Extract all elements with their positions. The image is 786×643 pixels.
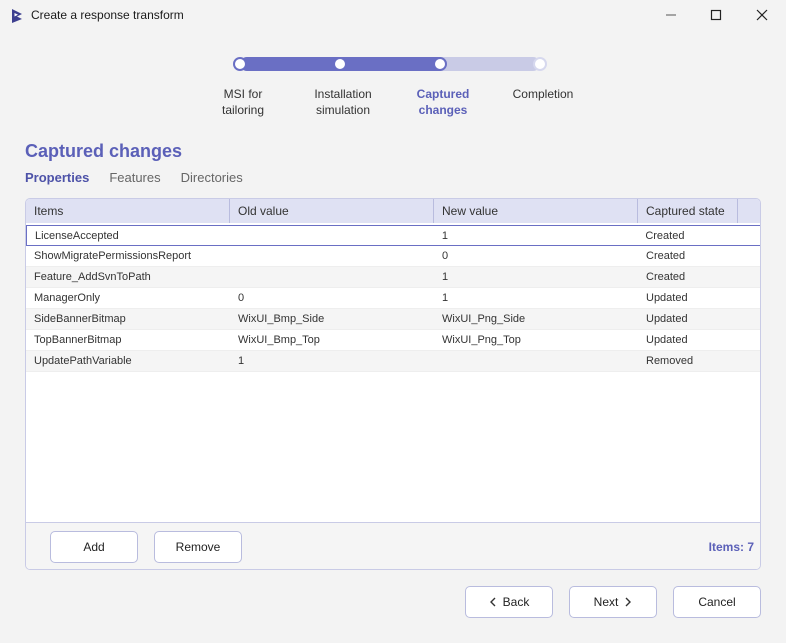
cell-new-value: 1	[442, 292, 449, 304]
step-2-dot	[333, 57, 347, 71]
next-button-label: Next	[593, 595, 619, 609]
step-1-dot	[233, 57, 247, 71]
cell-new-value: WixUI_Png_Side	[442, 313, 526, 325]
cell-old-value: 0	[238, 292, 245, 304]
cell-new-value: 1	[442, 271, 449, 283]
table-actions-bar: Add Remove Items: 7	[26, 522, 760, 569]
step-4-dot	[533, 57, 547, 71]
add-button-label: Add	[83, 540, 105, 554]
remove-button[interactable]: Remove	[154, 531, 242, 563]
cell-new-value: 1	[441, 230, 448, 242]
items-count: Items: 7	[708, 540, 754, 554]
cell-item: SideBannerBitmap	[34, 313, 126, 325]
chevron-left-icon	[489, 597, 496, 607]
add-button[interactable]: Add	[50, 531, 138, 563]
cell-state: Updated	[646, 292, 688, 304]
step-2-label: Installation simulation	[314, 87, 372, 117]
column-header-filler	[738, 199, 760, 223]
remove-button-label: Remove	[175, 540, 221, 554]
cell-old-value: WixUI_Bmp_Side	[238, 313, 325, 325]
table-row[interactable]: TopBannerBitmap WixUI_Bmp_Top WixUI_Png_…	[26, 330, 760, 351]
table-body: LicenseAccepted 1 Created ShowMigratePer…	[26, 225, 760, 372]
cell-state: Removed	[646, 355, 694, 367]
step-3-label: Captured changes	[416, 87, 470, 117]
cell-new-value: WixUI_Png_Top	[442, 334, 521, 346]
column-header-items[interactable]: Items	[26, 199, 230, 223]
cell-item: UpdatePathVariable	[34, 355, 132, 367]
tab-properties[interactable]: Properties	[25, 170, 89, 185]
cell-state: Updated	[646, 334, 688, 346]
cell-old-value	[230, 246, 434, 266]
window-title: Create a response transform	[31, 8, 184, 22]
chevron-right-icon	[625, 597, 632, 607]
tab-features[interactable]: Features	[109, 170, 160, 185]
captured-changes-panel: Items Old value New value Captured state…	[25, 198, 761, 570]
back-button[interactable]: Back	[465, 586, 553, 618]
step-4-label: Completion	[512, 87, 574, 101]
table-header: Items Old value New value Captured state	[26, 199, 760, 223]
table-row[interactable]: UpdatePathVariable 1 Removed	[26, 351, 760, 372]
maximize-button[interactable]	[693, 0, 739, 30]
cell-state: Created	[646, 271, 686, 283]
table-row[interactable]: Feature_AddSvnToPath 1 Created	[26, 267, 760, 288]
column-header-new-value[interactable]: New value	[434, 199, 638, 223]
column-header-captured-state[interactable]: Captured state	[638, 199, 738, 223]
table-row[interactable]: LicenseAccepted 1 Created	[26, 225, 760, 246]
table-row[interactable]: SideBannerBitmap WixUI_Bmp_Side WixUI_Pn…	[26, 309, 760, 330]
cell-item: Feature_AddSvnToPath	[34, 271, 151, 283]
cell-item: ShowMigratePermissionsReport	[34, 250, 192, 262]
close-icon	[756, 9, 768, 21]
table-row[interactable]: ShowMigratePermissionsReport 0 Created	[26, 246, 760, 267]
cell-old-value	[230, 226, 433, 245]
cell-item: ManagerOnly	[34, 292, 101, 304]
wizard-progress-track	[240, 57, 540, 71]
tab-bar: Properties Features Directories	[25, 170, 243, 185]
cancel-button-label: Cancel	[698, 595, 736, 609]
step-3-dot	[433, 57, 447, 71]
cell-state: Created	[646, 250, 686, 262]
minimize-button[interactable]	[648, 0, 694, 30]
cell-item: TopBannerBitmap	[34, 334, 122, 346]
tab-directories[interactable]: Directories	[181, 170, 243, 185]
page-title: Captured changes	[25, 141, 183, 161]
column-header-old-value[interactable]: Old value	[230, 199, 434, 223]
cell-old-value: 1	[238, 355, 245, 367]
cell-item: LicenseAccepted	[35, 230, 119, 242]
maximize-icon	[710, 9, 722, 21]
cancel-button[interactable]: Cancel	[673, 586, 761, 618]
back-button-label: Back	[502, 595, 530, 609]
step-1-label: MSI for tailoring	[221, 87, 265, 117]
cell-old-value	[230, 267, 434, 287]
cell-new-value	[434, 351, 638, 371]
minimize-icon	[666, 14, 676, 16]
cell-state: Created	[645, 230, 685, 242]
cell-new-value: 0	[442, 250, 449, 262]
app-logo-icon	[12, 9, 22, 23]
close-button[interactable]	[739, 0, 785, 30]
title-bar: Create a response transform	[0, 0, 786, 32]
next-button[interactable]: Next	[569, 586, 657, 618]
cell-state: Updated	[646, 313, 688, 325]
table-row[interactable]: ManagerOnly 0 1 Updated	[26, 288, 760, 309]
cell-old-value: WixUI_Bmp_Top	[238, 334, 320, 346]
